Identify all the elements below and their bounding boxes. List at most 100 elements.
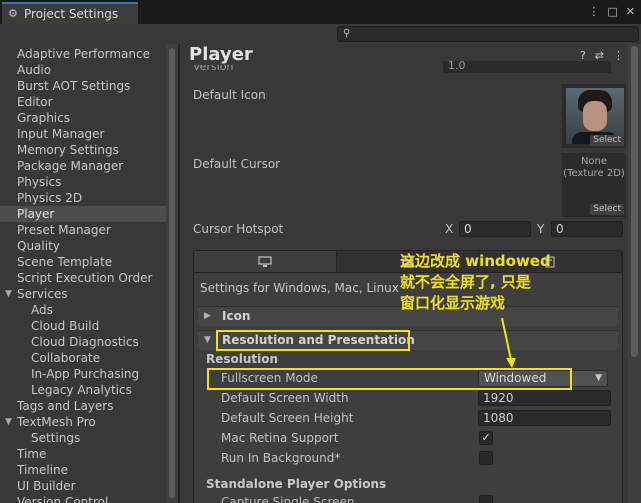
sidebar-item[interactable]: Audio — [0, 62, 166, 78]
sidebar-item-label: Audio — [17, 63, 52, 77]
annotation-line-3: 窗口化显示游戏 — [400, 294, 506, 312]
default-icon-label: Default Icon — [193, 88, 266, 102]
capture-single-screen-checkbox[interactable] — [479, 495, 493, 503]
chevron-down-icon: ▼ — [595, 373, 602, 383]
search-row: ⚲ — [0, 24, 641, 44]
more-options-icon[interactable]: ⋮ — [588, 5, 599, 18]
sidebar-item-label: Package Manager — [17, 159, 124, 173]
sidebar-item-label: Tags and Layers — [17, 399, 114, 413]
sidebar-item[interactable]: In-App Purchasing — [0, 366, 166, 382]
sidebar-item[interactable]: Input Manager — [0, 126, 166, 142]
sidebar-item-label: Burst AOT Settings — [17, 79, 131, 93]
sidebar-item-label: Legacy Analytics — [31, 383, 132, 397]
default-cursor-slot[interactable]: None (Texture 2D) Select — [562, 153, 626, 217]
sidebar-item[interactable]: Quality — [0, 238, 166, 254]
screen-height-field[interactable]: 1080 — [478, 410, 611, 426]
tab-standalone[interactable] — [194, 251, 337, 272]
sidebar-item[interactable]: Version Control — [0, 494, 166, 503]
sidebar-item-label: Timeline — [17, 463, 69, 477]
more-icon[interactable]: ⋮ — [613, 49, 624, 62]
sidebar-item[interactable]: ▼ TextMesh Pro — [0, 414, 166, 430]
sidebar-item[interactable]: Tags and Layers — [0, 398, 166, 414]
help-icon[interactable]: ? — [580, 49, 586, 62]
sidebar-item-label: Editor — [17, 95, 53, 109]
icon-section-label: Icon — [222, 309, 251, 323]
sidebar-item[interactable]: Physics — [0, 174, 166, 190]
sidebar-item[interactable]: ▼ Services — [0, 286, 166, 302]
window-tab[interactable]: ⚙ Project Settings — [2, 2, 138, 24]
sidebar-item-label: Version Control — [17, 495, 109, 503]
main-scroll-thumb[interactable] — [631, 46, 638, 357]
sidebar-item-label: Collaborate — [31, 351, 101, 365]
sidebar-scrollbar[interactable] — [166, 44, 178, 503]
sidebar-item[interactable]: Burst AOT Settings — [0, 78, 166, 94]
monitor-icon — [258, 255, 272, 267]
chevron-down-icon[interactable]: ▼ — [5, 414, 12, 430]
sidebar-item[interactable]: Graphics — [0, 110, 166, 126]
sidebar-item-label: Cloud Build — [31, 319, 100, 333]
sidebar-item[interactable]: Preset Manager — [0, 222, 166, 238]
sidebar-item-label: Settings — [31, 431, 81, 445]
capture-single-screen-label: Capture Single Screen — [221, 495, 355, 503]
title-bar: ⚙ Project Settings ⋮ □ ✕ — [0, 0, 641, 24]
sidebar-item[interactable]: Cloud Diagnostics — [0, 334, 166, 350]
sidebar-item[interactable]: Memory Settings — [0, 142, 166, 158]
sidebar-item[interactable]: Scene Template — [0, 254, 166, 270]
screen-width-field[interactable]: 1920 — [478, 390, 611, 406]
chevron-down-icon[interactable]: ▼ — [5, 286, 12, 302]
hotspot-y-label: Y — [537, 222, 545, 236]
sidebar-item[interactable]: Collaborate — [0, 350, 166, 366]
close-icon[interactable]: ✕ — [626, 5, 635, 18]
sidebar-item-label: TextMesh Pro — [17, 415, 96, 429]
preset-icon[interactable]: ⇄ — [595, 49, 604, 62]
default-cursor-label: Default Cursor — [193, 157, 281, 171]
annotation-line-2: 就不会全屏了, 只是 — [400, 273, 531, 291]
hotspot-y-field[interactable]: 0 — [551, 221, 623, 237]
sidebar-item[interactable]: Player — [0, 206, 166, 222]
default-icon-slot[interactable]: Select — [562, 84, 626, 148]
platform-caption: Settings for Windows, Mac, Linux — [200, 281, 399, 295]
default-icon-select-button[interactable]: Select — [590, 135, 624, 146]
sidebar-item-label: In-App Purchasing — [31, 367, 140, 381]
sidebar-item[interactable]: Settings — [0, 430, 166, 446]
chevron-down-icon: ▼ — [204, 335, 211, 345]
sidebar-item[interactable]: Timeline — [0, 462, 166, 478]
sidebar-item[interactable]: Editor — [0, 94, 166, 110]
sidebar-item-label: Cloud Diagnostics — [31, 335, 139, 349]
main-scrollbar[interactable] — [628, 44, 641, 503]
sidebar-item[interactable]: Ads — [0, 302, 166, 318]
screen-height-label: Default Screen Height — [221, 411, 354, 425]
gear-icon: ⚙ — [8, 7, 18, 20]
standalone-options-header: Standalone Player Options — [206, 477, 387, 491]
run-in-background-checkbox[interactable] — [479, 451, 493, 465]
sidebar-item[interactable]: UI Builder — [0, 478, 166, 494]
sidebar-item-label: Scene Template — [17, 255, 113, 269]
sidebar-item-label: Memory Settings — [17, 143, 119, 157]
sidebar-item[interactable]: Time — [0, 446, 166, 462]
resolution-header: Resolution — [206, 352, 279, 366]
search-input[interactable]: ⚲ — [337, 26, 639, 42]
sidebar-item[interactable]: Adaptive Performance — [0, 46, 166, 62]
sidebar-item[interactable]: Script Execution Order — [0, 270, 166, 286]
sidebar-item-label: Quality — [17, 239, 60, 253]
sidebar-item[interactable]: Cloud Build — [0, 318, 166, 334]
sidebar-item-label: Physics — [17, 175, 62, 189]
title-icons: ? ⇄ ⋮ — [580, 49, 624, 62]
annotation-text: 这边改成 windowed 就不会全屏了, 只是 窗口化显示游戏 — [400, 251, 551, 314]
sidebar-item-label: Script Execution Order — [17, 271, 153, 285]
sidebar-item[interactable]: Package Manager — [0, 158, 166, 174]
cursor-hotspot-label: Cursor Hotspot — [193, 222, 284, 236]
version-field[interactable]: 1.0 — [443, 60, 611, 73]
sidebar-item-label: Player — [17, 207, 55, 221]
retina-support-label: Mac Retina Support — [221, 431, 339, 445]
default-cursor-select-button[interactable]: Select — [590, 204, 624, 215]
retina-support-checkbox[interactable]: ✓ — [479, 431, 493, 445]
sidebar-item[interactable]: Legacy Analytics — [0, 382, 166, 398]
sidebar-item[interactable]: Physics 2D — [0, 190, 166, 206]
hotspot-x-field[interactable]: 0 — [459, 221, 531, 237]
sidebar-scroll-thumb[interactable] — [169, 48, 175, 498]
window-title: Project Settings — [24, 7, 119, 21]
run-in-background-label: Run In Background* — [221, 451, 341, 465]
maximize-icon[interactable]: □ — [607, 5, 617, 18]
sidebar-item-label: UI Builder — [17, 479, 76, 493]
